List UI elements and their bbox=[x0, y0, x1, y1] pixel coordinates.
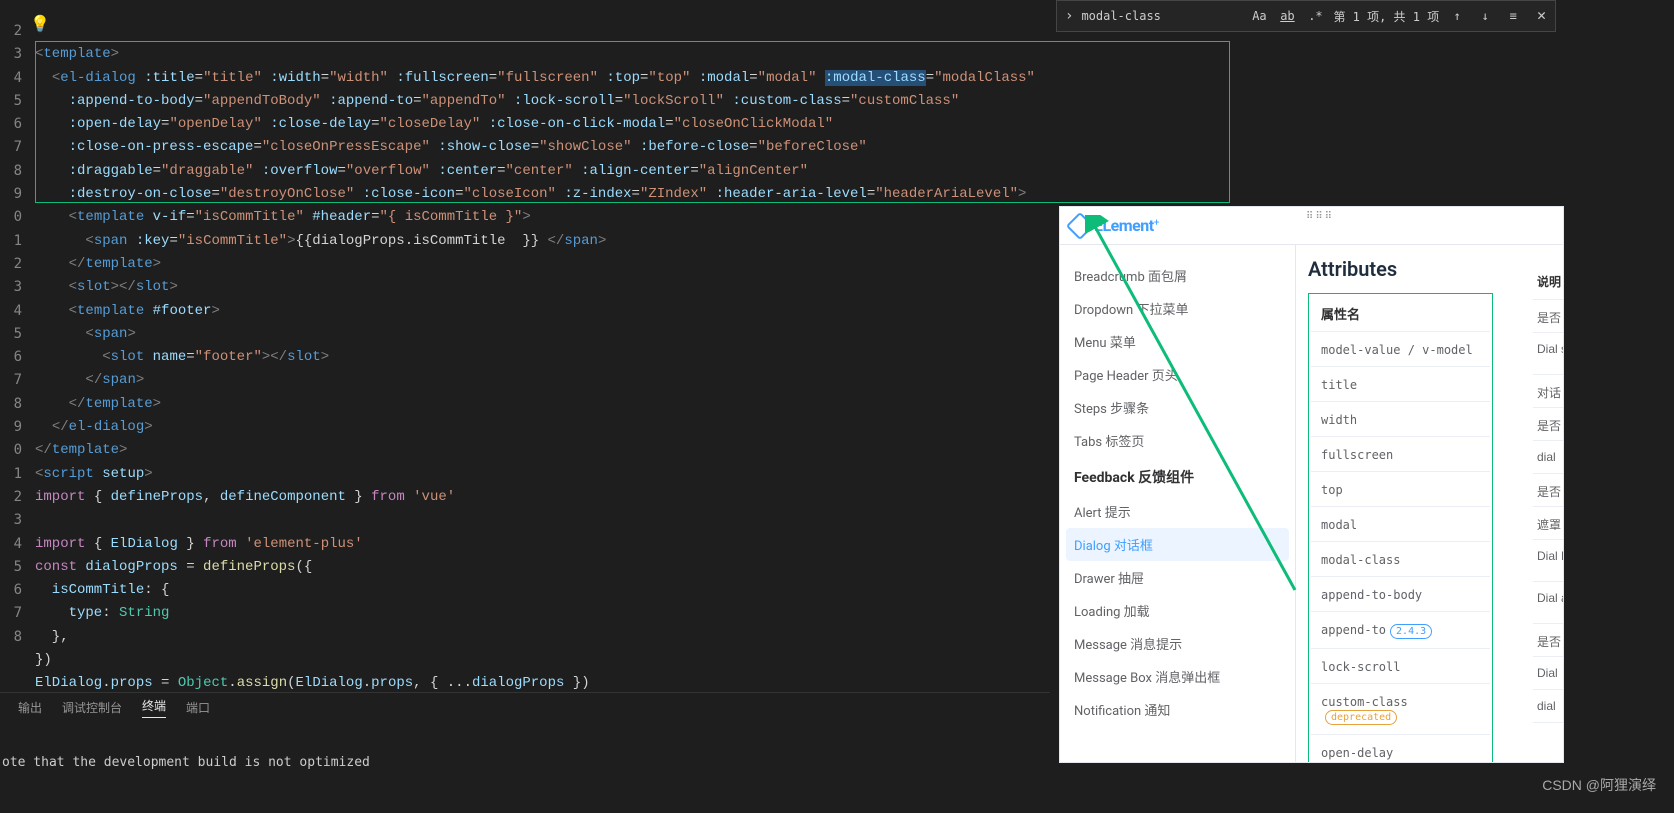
docs-sidebar: Breadcrumb 面包屑 Dropdown 下拉菜单 Menu 菜单 Pag… bbox=[1060, 245, 1296, 762]
docs-panel: ELement+ ⠿⠿⠿ Breadcrumb 面包屑 Dropdown 下拉菜… bbox=[1059, 206, 1564, 763]
deprecated-badge: deprecated bbox=[1325, 710, 1397, 725]
table-row: modal-class bbox=[1311, 544, 1490, 577]
version-badge: 2.4.3 bbox=[1390, 624, 1432, 639]
find-in-selection-icon[interactable]: ≡ bbox=[1503, 6, 1523, 26]
nav-steps[interactable]: Steps 步骤条 bbox=[1060, 391, 1295, 424]
table-row: title bbox=[1311, 369, 1490, 402]
table-row: append-to2.4.3 bbox=[1311, 614, 1490, 649]
nav-tabs[interactable]: Tabs 标签页 bbox=[1060, 424, 1295, 457]
element-logo[interactable]: ELement+ bbox=[1070, 216, 1159, 236]
nav-pageheader[interactable]: Page Header 页头 bbox=[1060, 358, 1295, 391]
find-expand-icon[interactable]: › bbox=[1065, 8, 1073, 24]
nav-alert[interactable]: Alert 提示 bbox=[1060, 495, 1295, 528]
table-row: top bbox=[1311, 474, 1490, 507]
table-row: width bbox=[1311, 404, 1490, 437]
find-widget[interactable]: › modal-class Aa ab .* 第 1 项, 共 1 项 ↑ ↓ … bbox=[1056, 0, 1556, 32]
code-content[interactable]: <template> <el-dialog :title="title" :wi… bbox=[35, 20, 1035, 696]
logo-icon bbox=[1066, 211, 1094, 239]
whole-word-icon[interactable]: ab bbox=[1277, 6, 1297, 26]
docs-header: ELement+ ⠿⠿⠿ bbox=[1060, 207, 1563, 245]
line-gutter: 234567890123456789012345678 bbox=[0, 20, 22, 649]
find-close-icon[interactable]: ✕ bbox=[1537, 6, 1546, 24]
nav-dialog[interactable]: Dialog 对话框 bbox=[1066, 528, 1289, 561]
table-row: custom-classdeprecated bbox=[1311, 686, 1490, 735]
nav-group-feedback: Feedback 反馈组件 bbox=[1060, 457, 1295, 495]
docs-content: Attributes 属性名 model-value / v-model tit… bbox=[1296, 245, 1563, 762]
table-row: append-to-body bbox=[1311, 579, 1490, 612]
match-case-icon[interactable]: Aa bbox=[1249, 6, 1269, 26]
docs-heading: Attributes bbox=[1308, 257, 1563, 281]
tab-terminal[interactable]: 终端 bbox=[142, 697, 166, 718]
nav-menu[interactable]: Menu 菜单 bbox=[1060, 325, 1295, 358]
code-editor[interactable]: 💡 234567890123456789012345678 <template>… bbox=[0, 0, 1050, 813]
tab-ports[interactable]: 端口 bbox=[186, 699, 210, 716]
table-row: fullscreen bbox=[1311, 439, 1490, 472]
nav-message[interactable]: Message 消息提示 bbox=[1060, 627, 1295, 660]
attributes-table: 属性名 model-value / v-model title width fu… bbox=[1308, 293, 1493, 762]
terminal-tabs: 输出 调试控制台 终端 端口 bbox=[0, 692, 1050, 722]
terminal-output: ote that the development build is not op… bbox=[0, 755, 370, 770]
nav-messagebox[interactable]: Message Box 消息弹出框 bbox=[1060, 660, 1295, 693]
regex-icon[interactable]: .* bbox=[1305, 6, 1325, 26]
table-row: modal bbox=[1311, 509, 1490, 542]
nav-drawer[interactable]: Drawer 抽屉 bbox=[1060, 561, 1295, 594]
next-match-icon[interactable]: ↓ bbox=[1475, 6, 1495, 26]
col-attr-name: 属性名 bbox=[1311, 296, 1490, 332]
table-row: model-value / v-model bbox=[1311, 334, 1490, 367]
tab-debug[interactable]: 调试控制台 bbox=[62, 699, 122, 716]
prev-match-icon[interactable]: ↑ bbox=[1447, 6, 1467, 26]
desc-column: 说明 是否 Dial slot 对话 是否 dial 是否 遮罩 Dial Di… bbox=[1533, 245, 1563, 723]
find-input[interactable]: modal-class bbox=[1081, 9, 1241, 23]
nav-breadcrumb[interactable]: Breadcrumb 面包屑 bbox=[1060, 259, 1295, 292]
watermark: CSDN @阿狸演绎 bbox=[1542, 775, 1656, 795]
find-status: 第 1 项, 共 1 项 bbox=[1333, 8, 1439, 25]
table-row: lock-scroll bbox=[1311, 651, 1490, 684]
nav-dropdown[interactable]: Dropdown 下拉菜单 bbox=[1060, 292, 1295, 325]
drag-handle-icon[interactable]: ⠿⠿⠿ bbox=[1306, 211, 1334, 222]
nav-notification[interactable]: Notification 通知 bbox=[1060, 693, 1295, 726]
table-row: open-delay bbox=[1311, 737, 1490, 762]
nav-loading[interactable]: Loading 加载 bbox=[1060, 594, 1295, 627]
tab-output[interactable]: 输出 bbox=[18, 699, 42, 716]
